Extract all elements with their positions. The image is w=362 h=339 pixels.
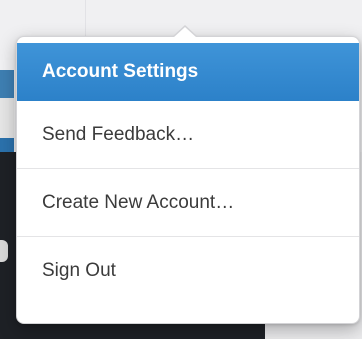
app-window: Account Settings Send Feedback… Create N… bbox=[0, 0, 362, 339]
background-row bbox=[0, 98, 14, 138]
account-menu: Account Settings Send Feedback… Create N… bbox=[17, 43, 359, 305]
menu-item-account-settings[interactable]: Account Settings bbox=[17, 43, 359, 101]
account-menu-popover: Account Settings Send Feedback… Create N… bbox=[16, 25, 360, 324]
menu-item-sign-out[interactable]: Sign Out bbox=[17, 237, 359, 305]
menu-item-send-feedback[interactable]: Send Feedback… bbox=[17, 101, 359, 169]
background-accent bbox=[0, 138, 14, 152]
menu-item-create-new-account[interactable]: Create New Account… bbox=[17, 169, 359, 237]
popover-arrow-fill bbox=[173, 27, 197, 38]
background-selected-row bbox=[0, 70, 14, 98]
background-edge-icon bbox=[0, 240, 8, 262]
background-divider bbox=[85, 0, 86, 36]
